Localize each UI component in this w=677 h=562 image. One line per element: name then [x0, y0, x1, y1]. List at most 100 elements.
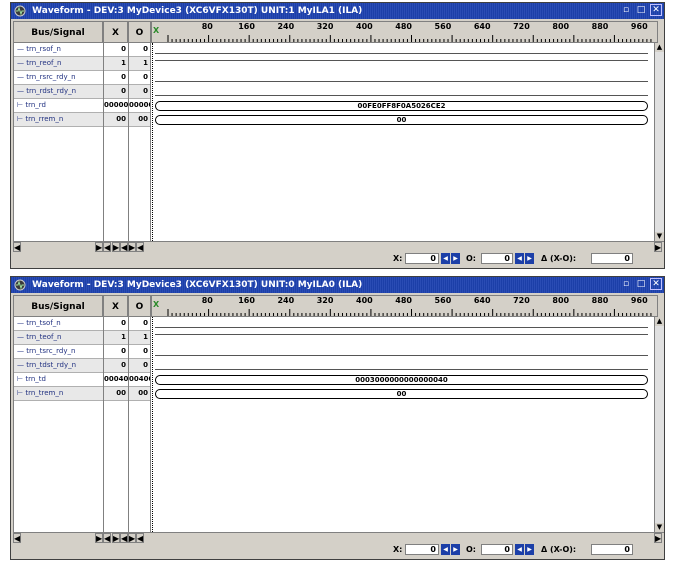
signal-row[interactable]: ⊢ trn_trem_n — [14, 387, 103, 401]
scroll-down-icon[interactable]: ▼ — [655, 232, 664, 241]
delta-label: Δ (X-O): — [541, 545, 577, 554]
x-next-icon[interactable]: ▶ — [451, 253, 460, 264]
o-next-icon[interactable]: ▶ — [525, 544, 534, 555]
o-prev-icon[interactable]: ◀ — [515, 253, 524, 264]
bit-waveform — [155, 369, 648, 370]
maximize-icon[interactable]: □ — [635, 4, 647, 16]
bus-waveform: 00 — [155, 115, 648, 125]
scroll-up-icon[interactable]: ▲ — [655, 43, 664, 52]
expand-toggle-icon: — — [17, 347, 27, 355]
signal-row[interactable]: — trn_rsrc_rdy_n — [14, 71, 103, 85]
scroll-right-icon[interactable]: ▶ — [654, 242, 662, 252]
signal-row[interactable]: — trn_reof_n — [14, 57, 103, 71]
expand-toggle-icon: — — [17, 361, 27, 369]
scroll-right-icon[interactable]: ▶ — [95, 533, 103, 543]
ruler-tick-label: 720 — [513, 22, 530, 31]
signal-name: trn_rdst_rdy_n — [26, 87, 77, 95]
scroll-right-icon[interactable]: ▶ — [95, 242, 103, 252]
time-ruler[interactable]: 80 160 240 320 400 480 560 640 720 800 880 960 X — [151, 295, 658, 317]
waveform-app-icon — [14, 5, 26, 17]
vertical-scrollbar[interactable]: ▲ ▼ — [654, 317, 664, 532]
x-cursor-field[interactable]: 0 — [405, 253, 439, 264]
signal-row[interactable]: — trn_tsof_n — [14, 317, 103, 331]
x-prev-icon[interactable]: ◀ — [441, 253, 450, 264]
signal-o-value: 00 — [129, 387, 150, 401]
signal-row[interactable]: — trn_tsrc_rdy_n — [14, 345, 103, 359]
x-cursor-field[interactable]: 0 — [405, 544, 439, 555]
x-prev-icon[interactable]: ◀ — [441, 544, 450, 555]
ruler-tick-label: 480 — [395, 296, 412, 305]
signal-row[interactable]: ⊢ trn_rrem_n — [14, 113, 103, 127]
ruler-tick-label: 960 — [630, 22, 648, 31]
signal-x-value: 0 — [104, 359, 128, 373]
scroll-left-icon[interactable]: ◀ — [136, 242, 144, 252]
x-header: X — [103, 295, 128, 317]
scroll-down-icon[interactable]: ▼ — [655, 523, 664, 532]
x-cursor-label: X: — [393, 254, 403, 263]
scroll-right-icon[interactable]: ▶ — [112, 242, 120, 252]
scroll-left-icon[interactable]: ◀ — [120, 242, 128, 252]
scroll-up-icon[interactable]: ▲ — [655, 317, 664, 326]
scroll-left-icon[interactable]: ◀ — [13, 533, 21, 543]
ruler-tick-label: 160 — [238, 22, 255, 31]
signal-x-value: 0 — [104, 317, 128, 331]
x-header: X — [103, 21, 128, 43]
x-next-icon[interactable]: ▶ — [451, 544, 460, 555]
ruler-tick-label: 240 — [277, 296, 295, 305]
scroll-right-icon[interactable]: ▶ — [654, 533, 662, 543]
signal-row[interactable]: — trn_teof_n — [14, 331, 103, 345]
scroll-left-icon[interactable]: ◀ — [136, 533, 144, 543]
signal-row[interactable]: ⊢ trn_td — [14, 373, 103, 387]
time-ruler[interactable]: 80 160 240 320 400 480 560 640 720 800 880 960 X — [151, 21, 658, 43]
ruler-tick-label: 560 — [434, 22, 452, 31]
o-prev-icon[interactable]: ◀ — [515, 544, 524, 555]
signal-row[interactable]: — trn_rdst_rdy_n — [14, 85, 103, 99]
ruler-tick-label: 400 — [356, 296, 373, 305]
signal-o-value: 0 — [129, 345, 150, 359]
cursor-marker-icon[interactable]: X — [153, 26, 163, 40]
expand-toggle-icon: — — [17, 333, 27, 341]
signal-row[interactable]: ⊢ trn_rd — [14, 99, 103, 113]
window-titlebar[interactable]: Waveform - DEV:3 MyDevice3 (XC6VFX130T) … — [11, 3, 664, 19]
close-icon[interactable]: ✕ — [650, 4, 662, 16]
ruler-tick-label: 80 — [201, 296, 213, 305]
signal-x-value: 00040 — [104, 373, 128, 387]
o-cursor-field[interactable]: 0 — [481, 253, 513, 264]
signal-name: trn_teof_n — [26, 333, 62, 341]
scroll-left-icon[interactable]: ◀ — [13, 242, 21, 252]
ruler-tick-label: 800 — [552, 22, 570, 31]
restore-icon[interactable]: ▫ — [620, 278, 632, 290]
cursor-status-bar: X: 0 ◀ ▶ O: 0 ◀ ▶ Δ (X-O): 0 — [11, 543, 664, 557]
cursor-status-bar: X: 0 ◀ ▶ O: 0 ◀ ▶ Δ (X-O): 0 — [11, 252, 664, 266]
x-cursor-line[interactable] — [152, 43, 153, 241]
maximize-icon[interactable]: □ — [635, 278, 647, 290]
signal-x-value: 0 — [104, 43, 128, 57]
scroll-left-icon[interactable]: ◀ — [103, 533, 111, 543]
signal-o-value: 0 — [129, 317, 150, 331]
o-header: O — [128, 21, 151, 43]
o-next-icon[interactable]: ▶ — [525, 253, 534, 264]
signal-o-value: 1 — [129, 57, 150, 71]
restore-icon[interactable]: ▫ — [620, 4, 632, 16]
cursor-marker-icon[interactable]: X — [153, 300, 163, 314]
signal-row[interactable]: — trn_rsof_n — [14, 43, 103, 57]
signal-row[interactable]: — trn_tdst_rdy_n — [14, 359, 103, 373]
waveform-area[interactable]: 0003000000000000040 00 — [151, 317, 654, 532]
scroll-left-icon[interactable]: ◀ — [103, 242, 111, 252]
o-cursor-label: O: — [466, 254, 476, 263]
signal-name: trn_tdst_rdy_n — [26, 361, 77, 369]
vertical-scrollbar[interactable]: ▲ ▼ — [654, 43, 664, 241]
scroll-left-icon[interactable]: ◀ — [120, 533, 128, 543]
scroll-right-icon[interactable]: ▶ — [128, 242, 136, 252]
signal-o-value: 00000 — [129, 99, 150, 113]
x-cursor-line[interactable] — [152, 317, 153, 532]
waveform-area[interactable]: 00FE0FF8F0A5026CE2 00 — [151, 43, 654, 241]
close-icon[interactable]: ✕ — [650, 278, 662, 290]
ruler-tick-label: 880 — [591, 22, 609, 31]
bus-signal-header: Bus/Signal — [13, 295, 103, 317]
x-value-column: 0 1 0 0 00000 00 — [103, 43, 128, 241]
o-cursor-field[interactable]: 0 — [481, 544, 513, 555]
scroll-right-icon[interactable]: ▶ — [128, 533, 136, 543]
window-titlebar[interactable]: Waveform - DEV:3 MyDevice3 (XC6VFX130T) … — [11, 277, 664, 293]
scroll-right-icon[interactable]: ▶ — [112, 533, 120, 543]
